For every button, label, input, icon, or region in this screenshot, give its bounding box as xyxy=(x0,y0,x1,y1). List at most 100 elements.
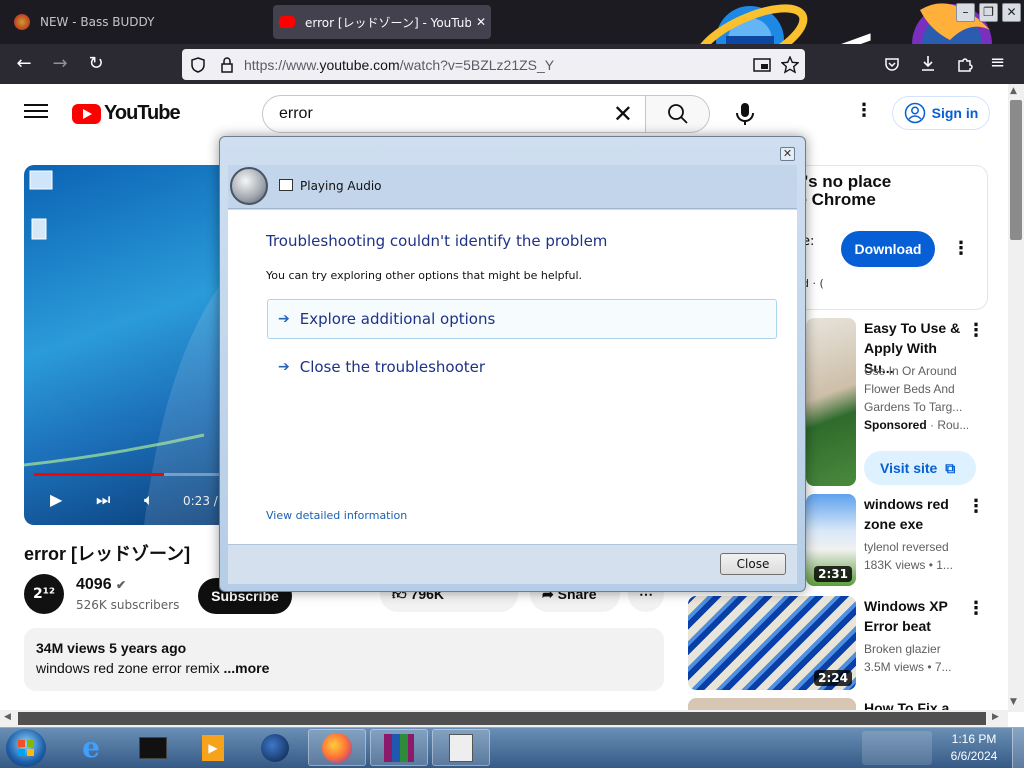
lock-icon[interactable] xyxy=(220,56,234,73)
troubleshooter-icon xyxy=(279,179,293,191)
youtube-favicon-icon xyxy=(279,16,295,28)
address-bar[interactable]: https://www.youtube.com/watch?v=5BZLz21Z… xyxy=(182,49,805,80)
video-duration: 2:31 xyxy=(814,566,852,582)
taskbar-firefox[interactable] xyxy=(308,729,366,766)
play-icon[interactable]: ▶ xyxy=(50,490,62,509)
rec-kebab-icon[interactable]: ⋮ xyxy=(966,320,986,341)
explore-options-link[interactable]: ➔ Explore additional options xyxy=(267,299,777,339)
dialog-subtext: You can try exploring other options that… xyxy=(266,269,583,282)
downloads-icon[interactable] xyxy=(920,55,936,73)
taskbar-clock[interactable]: 1:16 PM 6/6/2024 xyxy=(940,731,1008,765)
rec-channel: Broken glazier xyxy=(864,642,941,656)
taskbar-app-2[interactable] xyxy=(124,729,182,766)
url-prefix: https://www. xyxy=(244,56,320,73)
search-button[interactable] xyxy=(646,95,710,133)
rec-meta: Gardens To Targ... xyxy=(864,400,963,414)
scroll-up-icon[interactable]: ▲ xyxy=(1010,86,1017,96)
restore-button[interactable]: ❐ xyxy=(979,3,998,22)
start-button[interactable] xyxy=(6,729,46,767)
video-duration: 2:24 xyxy=(814,670,852,686)
dialog-close-button[interactable]: Close xyxy=(720,553,786,575)
pocket-icon[interactable] xyxy=(884,56,900,72)
tab-close-icon[interactable]: ✕ xyxy=(471,15,491,29)
ad-kebab-icon[interactable]: ⋮ xyxy=(951,238,971,259)
reload-button[interactable]: ↻ xyxy=(82,50,110,78)
show-more-link[interactable]: ...more xyxy=(224,660,270,676)
subscriber-count: 526K subscribers xyxy=(76,598,180,612)
winrar-icon xyxy=(384,733,414,762)
video-progress-fill xyxy=(34,473,165,476)
taskbar-troubleshooter[interactable] xyxy=(432,729,490,766)
video-thumbnail[interactable] xyxy=(688,698,856,710)
video-thumbnail[interactable]: 2:24 xyxy=(688,596,856,690)
settings-kebab-icon[interactable]: ⋮ xyxy=(854,100,874,121)
menu-icon[interactable]: ≡ xyxy=(990,52,1005,73)
url-domain: youtube.com xyxy=(319,56,400,73)
rec-title[interactable]: Windows XP Error beat xyxy=(864,596,968,636)
voice-search-button[interactable] xyxy=(724,95,764,133)
description-text: windows red zone error remix xyxy=(36,660,220,676)
sign-in-button[interactable]: Sign in xyxy=(892,96,990,130)
bookmark-star-icon[interactable] xyxy=(781,55,799,74)
ad-download-button[interactable]: Download xyxy=(841,231,935,267)
channel-name-text: 4096 xyxy=(76,576,112,593)
system-tray[interactable] xyxy=(862,731,932,765)
dialog-close-x-button[interactable]: ✕ xyxy=(780,147,795,161)
video-player[interactable] xyxy=(24,165,220,525)
arrow-right-icon: ➔ xyxy=(278,311,290,327)
sponsored-text: Sponsored xyxy=(864,418,927,432)
back-button[interactable]: ← xyxy=(10,50,38,78)
rec-stats: 3.5M views • 7... xyxy=(864,660,952,674)
picture-in-picture-icon[interactable] xyxy=(753,57,771,73)
channel-avatar[interactable]: 2¹² xyxy=(24,574,64,614)
volume-icon[interactable]: 🔈︎ xyxy=(144,490,154,510)
back-orb-button[interactable] xyxy=(230,167,268,205)
scroll-down-icon[interactable]: ▼ xyxy=(1010,697,1017,707)
media-player-icon: ▶ xyxy=(202,734,224,761)
channel-name[interactable]: 4096 ✔ xyxy=(76,576,126,594)
view-detailed-info-link[interactable]: View detailed information xyxy=(266,509,407,522)
horizontal-scroll-thumb[interactable] xyxy=(18,712,986,725)
hamburger-menu-icon[interactable] xyxy=(24,100,48,124)
taskbar-internet-explorer[interactable]: e xyxy=(62,729,120,766)
close-troubleshooter-link[interactable]: ➔ Close the troubleshooter xyxy=(268,356,485,378)
video-description[interactable]: 34M views 5 years ago windows red zone e… xyxy=(24,628,664,691)
rec-channel: tylenol reversed xyxy=(864,540,949,554)
next-icon[interactable]: ⏭ xyxy=(96,490,110,510)
vertical-scroll-thumb[interactable] xyxy=(1010,100,1022,240)
youtube-play-logo-icon xyxy=(72,103,101,124)
tab-title: NEW - Bass BUDDY xyxy=(40,15,155,29)
rec-kebab-icon[interactable]: ⋮ xyxy=(966,496,986,517)
extensions-icon[interactable] xyxy=(956,55,974,73)
url-text[interactable]: https://www.youtube.com/watch?v=5BZLz21Z… xyxy=(244,57,554,73)
search-icon xyxy=(668,104,688,124)
tab-bass-buddy[interactable]: NEW - Bass BUDDY xyxy=(8,5,268,39)
video-title: error [レッドゾーン] xyxy=(24,544,191,564)
search-input[interactable]: error ✕ xyxy=(262,95,646,133)
visit-site-button[interactable]: Visit site ⧉ xyxy=(864,451,976,485)
minimize-button[interactable]: – xyxy=(956,3,975,22)
rec-kebab-icon[interactable]: ⋮ xyxy=(966,598,986,619)
rec-title[interactable]: How To Fix a xyxy=(864,698,968,710)
video-time: 0:23 / xyxy=(183,494,218,508)
youtube-logo[interactable]: YouTube xyxy=(72,102,181,125)
scroll-left-icon[interactable]: ◀ xyxy=(4,712,11,722)
shield-icon[interactable] xyxy=(190,56,206,73)
close-window-button[interactable]: ✕ xyxy=(1002,3,1021,22)
video-thumbnail[interactable]: 2:31 xyxy=(806,494,856,586)
clear-search-icon[interactable]: ✕ xyxy=(613,100,633,129)
show-desktop-button[interactable] xyxy=(1012,728,1024,768)
search-value: error xyxy=(279,105,313,122)
taskbar-winrar[interactable] xyxy=(370,729,428,766)
forward-button[interactable]: → xyxy=(46,50,74,78)
youtube-wordmark: YouTube xyxy=(104,102,181,124)
tab-youtube[interactable]: error [レッドゾーン] - YouTube ✕ xyxy=(273,5,491,39)
rec-title[interactable]: windows red zone exe xyxy=(864,494,968,534)
firefox-favicon-icon xyxy=(14,14,30,30)
sponsor-rest: · Rou... xyxy=(926,418,968,432)
account-circle-icon xyxy=(904,102,925,124)
taskbar-app-4[interactable] xyxy=(246,729,304,766)
sponsored-thumbnail[interactable] xyxy=(806,318,856,486)
scroll-right-icon[interactable]: ▶ xyxy=(992,712,999,722)
taskbar-media-player[interactable]: ▶ xyxy=(184,729,242,766)
